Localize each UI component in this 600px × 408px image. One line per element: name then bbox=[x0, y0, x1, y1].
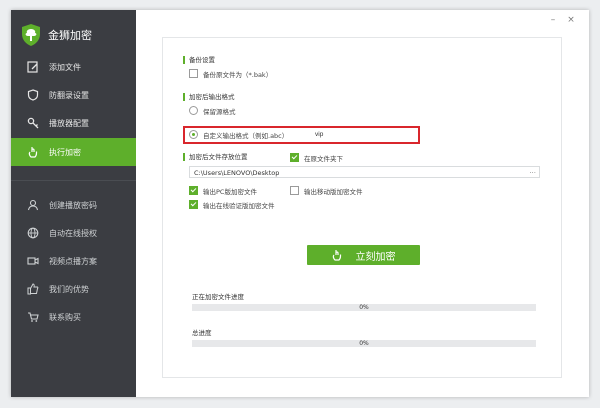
globe-icon bbox=[27, 227, 39, 239]
key-icon bbox=[27, 117, 39, 129]
sidebar-item-label: 联系购买 bbox=[49, 312, 81, 322]
cart-icon bbox=[28, 312, 39, 322]
current-progress-label: 正在加密文件进度 bbox=[192, 293, 244, 301]
save-location-title: 加密后文件存放位置 bbox=[183, 153, 248, 161]
shield-tree-logo-icon bbox=[22, 24, 40, 46]
app-name: 金狮加密 bbox=[48, 29, 92, 42]
backup-option-label: 备份原文件为（*.bak） bbox=[203, 71, 273, 79]
keep-format-label: 保留源格式 bbox=[203, 108, 236, 116]
total-progress-value: 0% bbox=[359, 340, 369, 347]
sidebar-item-label: 防翻录设置 bbox=[49, 90, 89, 100]
shield-icon bbox=[27, 89, 39, 101]
sidebar: 金狮加密 添加文件 防翻录设置 播放器配置 执行加密 创建播放密码 自动在线授权… bbox=[11, 10, 136, 397]
sidebar-item-player-config[interactable]: 播放器配置 bbox=[11, 109, 136, 137]
save-path-field[interactable]: C:\Users\LENOVO\Desktop ··· bbox=[189, 166, 540, 178]
sidebar-item-add-file[interactable]: 添加文件 bbox=[11, 53, 136, 81]
sidebar-divider bbox=[11, 180, 136, 181]
sidebar-item-contact-buy[interactable]: 联系购买 bbox=[11, 303, 136, 331]
save-path-text: C:\Users\LENOVO\Desktop bbox=[194, 169, 280, 177]
sidebar-item-label: 我们的优势 bbox=[49, 284, 89, 294]
sidebar-item-online-auth[interactable]: 自动在线授权 bbox=[11, 219, 136, 247]
output-pc-label: 输出PC版加密文件 bbox=[203, 188, 257, 196]
output-mobile-checkbox[interactable] bbox=[290, 186, 299, 195]
current-progress-bar: 0% bbox=[192, 304, 536, 311]
sidebar-item-vod-plan[interactable]: 视频点播方案 bbox=[11, 247, 136, 275]
sidebar-item-label: 播放器配置 bbox=[49, 118, 89, 128]
edit-icon bbox=[27, 61, 38, 73]
total-progress-bar: 0% bbox=[192, 340, 536, 347]
settings-panel: 备份设置 备份原文件为（*.bak） 加密后输出格式 保留源格式 自定义输出格式… bbox=[162, 37, 562, 378]
encrypt-now-button[interactable]: 立刻加密 bbox=[307, 245, 420, 265]
output-online-label: 输出在线验证版加密文件 bbox=[203, 202, 275, 210]
user-icon bbox=[27, 199, 39, 211]
in-source-folder-label: 在原文件夹下 bbox=[304, 155, 343, 163]
encrypt-now-label: 立刻加密 bbox=[355, 251, 396, 263]
sidebar-item-label: 添加文件 bbox=[49, 62, 81, 72]
output-format-title: 加密后输出格式 bbox=[183, 93, 235, 101]
main-area: – × 备份设置 备份原文件为（*.bak） 加密后输出格式 保留源格式 自定义… bbox=[136, 10, 589, 397]
sidebar-item-label: 执行加密 bbox=[49, 147, 81, 157]
close-button[interactable]: × bbox=[566, 15, 576, 25]
total-progress-label: 总进度 bbox=[192, 329, 212, 337]
sidebar-item-anti-record[interactable]: 防翻录设置 bbox=[11, 81, 136, 109]
sidebar-item-create-password[interactable]: 创建播放密码 bbox=[11, 191, 136, 219]
custom-format-input[interactable] bbox=[315, 129, 405, 139]
sidebar-item-label: 视频点播方案 bbox=[49, 256, 97, 266]
hand-pointer-icon bbox=[332, 250, 341, 261]
thumbs-up-icon bbox=[27, 283, 39, 295]
app-window: 金狮加密 添加文件 防翻录设置 播放器配置 执行加密 创建播放密码 自动在线授权… bbox=[11, 10, 589, 397]
current-progress-value: 0% bbox=[359, 304, 369, 311]
keep-format-radio[interactable] bbox=[189, 106, 198, 115]
output-mobile-label: 输出移动版加密文件 bbox=[304, 188, 363, 196]
output-online-checkbox[interactable] bbox=[189, 200, 198, 209]
sidebar-item-label: 创建播放密码 bbox=[49, 200, 97, 210]
backup-section-title: 备份设置 bbox=[183, 56, 215, 64]
sidebar-item-advantages[interactable]: 我们的优势 bbox=[11, 275, 136, 303]
browse-button[interactable]: ··· bbox=[529, 167, 536, 179]
in-source-folder-checkbox[interactable] bbox=[290, 153, 299, 162]
sidebar-item-label: 自动在线授权 bbox=[49, 228, 97, 238]
hand-pointer-icon bbox=[28, 147, 38, 158]
brand: 金狮加密 bbox=[20, 22, 92, 48]
video-icon bbox=[27, 257, 39, 265]
custom-format-radio[interactable] bbox=[189, 130, 198, 139]
backup-checkbox[interactable] bbox=[189, 69, 198, 78]
minimize-button[interactable]: – bbox=[548, 15, 558, 25]
output-pc-checkbox[interactable] bbox=[189, 186, 198, 195]
sidebar-item-execute-encrypt[interactable]: 执行加密 bbox=[11, 138, 136, 166]
custom-format-label: 自定义输出格式（例如.abc） bbox=[203, 132, 289, 140]
